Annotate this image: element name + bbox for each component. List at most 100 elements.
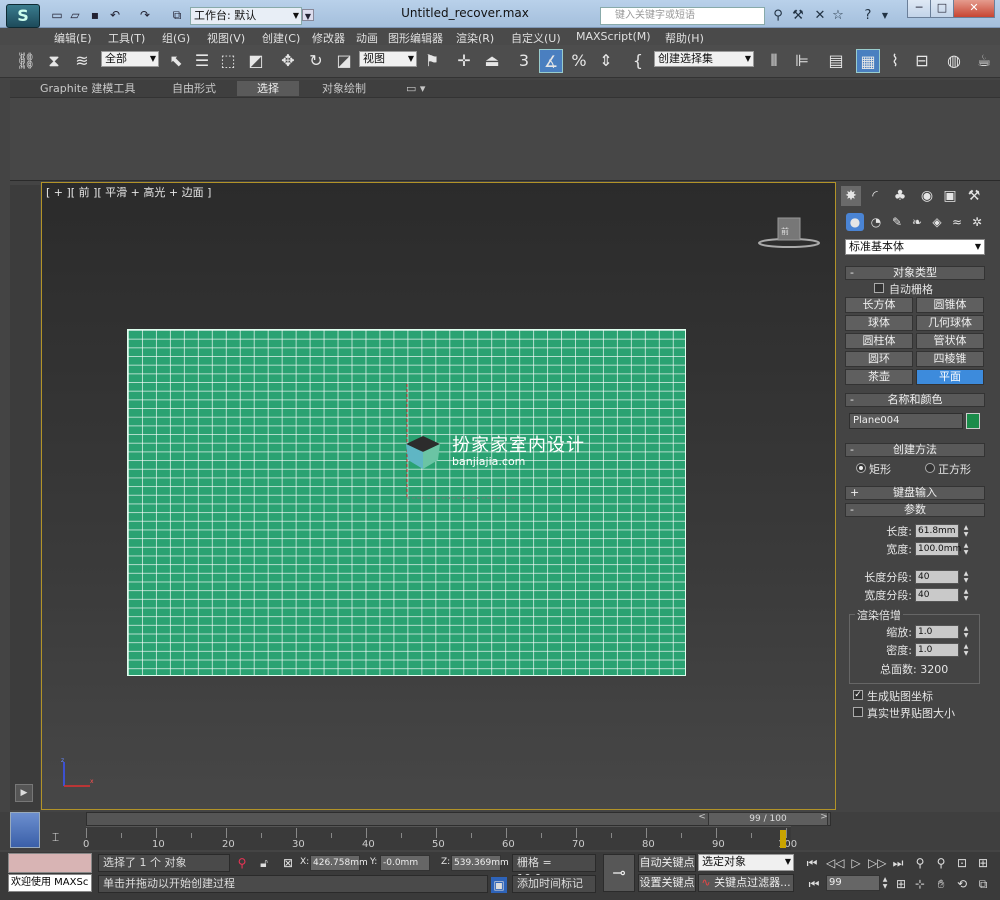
- zoom-extents-all-icon[interactable]: ⊞: [975, 855, 991, 871]
- spinner-snap-icon[interactable]: ⇕: [594, 49, 618, 73]
- selection-filter-dropdown[interactable]: 全部 ▼: [101, 51, 159, 67]
- object-color-swatch[interactable]: [966, 413, 980, 429]
- menu-animation[interactable]: 动画: [356, 30, 378, 46]
- pan-view-icon[interactable]: ✋︎: [933, 876, 949, 892]
- select-manipulate-icon[interactable]: ✛: [452, 49, 476, 73]
- geometry-icon[interactable]: ●: [846, 213, 864, 231]
- pyramid-button[interactable]: 四棱锥: [916, 351, 984, 367]
- angle-snap-icon[interactable]: ∡: [539, 49, 563, 73]
- object-name-input[interactable]: Plane004: [849, 413, 963, 429]
- undo-icon[interactable]: ↶: [108, 8, 122, 22]
- isolate-selection-icon[interactable]: ⚲: [234, 855, 250, 871]
- auto-key-button[interactable]: 自动关键点: [638, 854, 696, 872]
- graphite-toggle-icon[interactable]: ▦: [856, 49, 880, 73]
- object-type-rollout[interactable]: - 对象类型: [845, 266, 985, 280]
- width-segs-arrows-icon[interactable]: ▲ ▼: [962, 588, 970, 602]
- wrench-icon[interactable]: ⚒: [790, 8, 806, 24]
- percent-snap-icon[interactable]: %: [567, 49, 591, 73]
- object-category-dropdown[interactable]: 标准基本体 ▼: [845, 239, 985, 255]
- lights-icon[interactable]: ✎: [888, 213, 906, 231]
- menu-help[interactable]: 帮助(H): [665, 30, 704, 46]
- zoom-icon[interactable]: ⚲: [912, 855, 928, 871]
- real-world-checkbox[interactable]: [853, 707, 863, 717]
- scale-spinner-arrows-icon[interactable]: ▲ ▼: [962, 625, 970, 639]
- cone-button[interactable]: 圆锥体: [916, 297, 984, 313]
- zoom-extents-icon[interactable]: ⊡: [954, 855, 970, 871]
- space-warps-icon[interactable]: ≈: [948, 213, 966, 231]
- modify-tab-icon[interactable]: ◜: [865, 186, 885, 206]
- create-tab-icon[interactable]: ✸: [841, 186, 861, 206]
- previous-frame-icon[interactable]: ◁◁: [826, 855, 844, 871]
- viewcube-icon[interactable]: [758, 216, 820, 250]
- cameras-icon[interactable]: ❧: [908, 213, 926, 231]
- hierarchy-tab-icon[interactable]: ♣: [890, 186, 910, 206]
- box-button[interactable]: 长方体: [845, 297, 913, 313]
- keyboard-shortcut-override-icon[interactable]: ⏏: [480, 49, 504, 73]
- edit-named-selection-icon[interactable]: {: [626, 49, 650, 73]
- align-icon[interactable]: ⊫: [790, 49, 814, 73]
- cylinder-button[interactable]: 圆柱体: [845, 333, 913, 349]
- tab-selection[interactable]: 选择: [237, 81, 299, 96]
- next-frame-arrow-icon[interactable]: >: [818, 812, 830, 826]
- menu-group[interactable]: 组(G): [162, 30, 190, 46]
- z-coordinate-field[interactable]: 539.369mm: [451, 855, 509, 871]
- helpers-icon[interactable]: ◈: [928, 213, 946, 231]
- density-spinner-arrows-icon[interactable]: ▲ ▼: [962, 643, 970, 657]
- width-spinner-arrows-icon[interactable]: ▲ ▼: [962, 542, 970, 556]
- material-editor-icon[interactable]: ◍: [942, 49, 966, 73]
- open-file-icon[interactable]: ▱: [68, 8, 82, 22]
- maximize-viewport-icon[interactable]: ⧉: [975, 876, 991, 892]
- current-frame-field[interactable]: 99: [826, 875, 880, 891]
- menu-graph-editors[interactable]: 图形编辑器: [388, 30, 443, 46]
- menu-tools[interactable]: 工具(T): [108, 30, 145, 46]
- set-key-mode-button[interactable]: 设置关键点: [638, 874, 696, 892]
- schematic-view-icon[interactable]: ⊟: [910, 49, 934, 73]
- rectangle-radio[interactable]: [856, 463, 866, 473]
- length-spinner[interactable]: 61.8mm: [915, 524, 959, 538]
- shapes-icon[interactable]: ◔: [867, 213, 885, 231]
- project-folder-icon[interactable]: ⧉: [170, 8, 184, 22]
- length-segs-arrows-icon[interactable]: ▲ ▼: [962, 570, 970, 584]
- select-by-name-icon[interactable]: ☰: [190, 49, 214, 73]
- maxscript-output[interactable]: 欢迎使用 MAXSc: [8, 874, 92, 892]
- square-radio[interactable]: [925, 463, 935, 473]
- reference-coordinate-dropdown[interactable]: 视图 ▼: [359, 51, 417, 67]
- geosphere-button[interactable]: 几何球体: [916, 315, 984, 331]
- render-setup-icon[interactable]: ☕: [972, 49, 996, 73]
- go-to-end-icon[interactable]: ⏭: [890, 855, 906, 871]
- viewport-label-menu[interactable]: [ + ][ 前 ][ 平滑 + 高光 + 边面 ]: [46, 184, 211, 200]
- teapot-button[interactable]: 茶壶: [845, 369, 913, 385]
- select-and-link-icon[interactable]: ⛓: [14, 49, 38, 73]
- tab-graphite-modeling[interactable]: Graphite 建模工具: [34, 81, 141, 96]
- select-and-move-icon[interactable]: ✥: [276, 49, 300, 73]
- time-configuration-icon[interactable]: ⊞: [893, 876, 909, 892]
- mirror-icon[interactable]: ⫴: [762, 49, 786, 73]
- ribbon-options-icon[interactable]: ▭ ▾: [400, 81, 431, 96]
- favorites-star-icon[interactable]: ☆: [830, 8, 846, 24]
- maximize-button[interactable]: □: [930, 0, 954, 18]
- rectangular-selection-icon[interactable]: ⬚: [216, 49, 240, 73]
- select-and-scale-icon[interactable]: ◪: [332, 49, 356, 73]
- width-spinner[interactable]: 100.0mm: [915, 542, 961, 556]
- motion-tab-icon[interactable]: ◉: [917, 186, 937, 206]
- y-coordinate-field[interactable]: -0.0mm: [380, 855, 430, 871]
- creation-method-rollout[interactable]: - 创建方法: [845, 443, 985, 457]
- new-file-icon[interactable]: ▭: [50, 8, 64, 22]
- help-dropdown-icon[interactable]: ▼: [877, 8, 893, 24]
- snaps-toggle-icon[interactable]: 3: [512, 49, 536, 73]
- quick-access-dropdown-icon[interactable]: ▼: [302, 9, 314, 21]
- tab-object-paint[interactable]: 对象绘制: [316, 81, 372, 96]
- bind-space-warp-icon[interactable]: ≋: [70, 49, 94, 73]
- menu-rendering[interactable]: 渲染(R): [456, 30, 494, 46]
- key-filters-button[interactable]: ∿ 关键点过滤器...: [698, 874, 794, 892]
- display-tab-icon[interactable]: ▣: [940, 186, 960, 206]
- menu-create[interactable]: 创建(C): [262, 30, 300, 46]
- density-spinner[interactable]: 1.0: [915, 643, 959, 657]
- menu-edit[interactable]: 编辑(E): [54, 30, 92, 46]
- help-icon[interactable]: ?: [860, 8, 876, 24]
- orbit-icon[interactable]: ⟲: [954, 876, 970, 892]
- width-segs-spinner[interactable]: 40: [915, 588, 959, 602]
- minimize-button[interactable]: ─: [907, 0, 931, 18]
- play-icon[interactable]: ▷: [848, 855, 864, 871]
- workspace-dropdown[interactable]: 工作台: 默认 ▼: [190, 7, 302, 25]
